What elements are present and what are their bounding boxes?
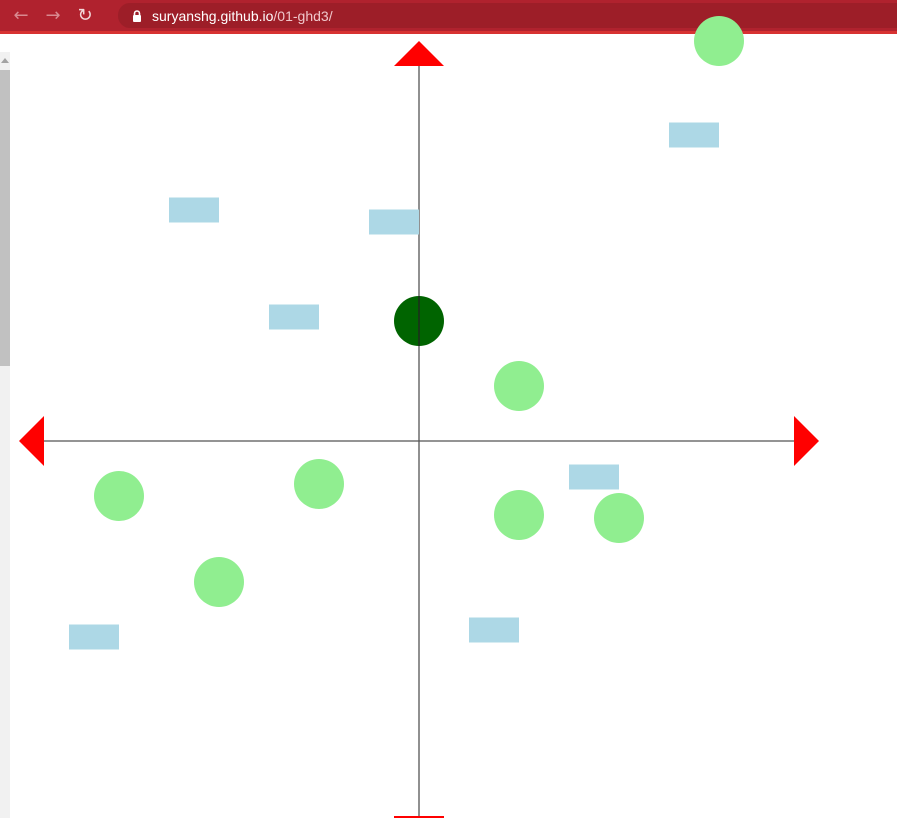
x-axis-arrow-left <box>19 416 44 466</box>
plot-rect-7 <box>69 624 119 650</box>
x-axis-arrow-right <box>794 416 819 466</box>
plot-circle-7 <box>194 557 244 607</box>
plot-rect-6 <box>469 617 519 643</box>
plot-rect-2 <box>169 197 219 223</box>
plot-circle-1 <box>694 16 744 66</box>
plot-rect-4 <box>269 304 319 330</box>
plot-rect-5 <box>569 464 619 490</box>
plot-rect-1 <box>669 122 719 148</box>
plot-canvas <box>19 16 819 818</box>
plot-rect-3 <box>369 209 419 235</box>
plot-circle-4 <box>294 459 344 509</box>
plot-circle-6 <box>494 490 544 540</box>
plot-circle-5 <box>594 493 644 543</box>
y-axis-arrow-up <box>394 41 444 66</box>
plot-marks <box>69 16 744 650</box>
plot-circle-2 <box>494 361 544 411</box>
plot-circle-3 <box>94 471 144 521</box>
